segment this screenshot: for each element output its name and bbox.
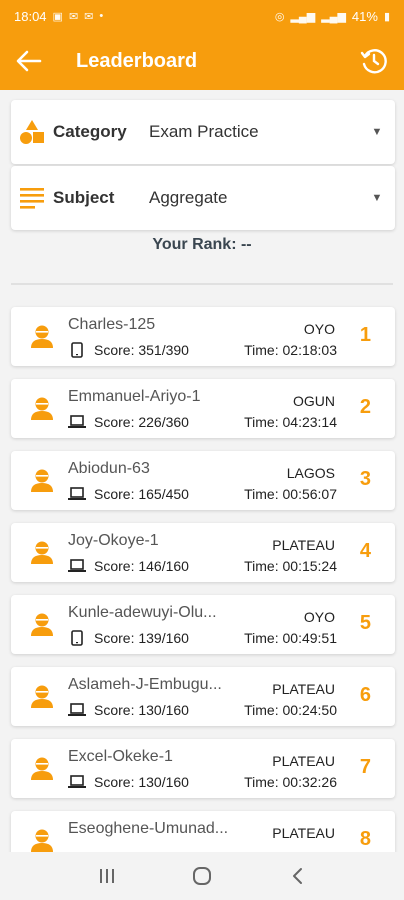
- person-avatar-icon: [29, 323, 55, 349]
- your-rank: Your Rank: --: [152, 236, 252, 253]
- laptop-icon: [68, 486, 86, 502]
- history-button[interactable]: [358, 45, 390, 77]
- entry-position: 7: [359, 756, 371, 778]
- person-avatar-icon: [29, 755, 55, 781]
- phone-icon: [68, 342, 86, 358]
- entry-position: 5: [359, 612, 371, 634]
- status-bar: 18:04 ▣ ✉ ✉ • ◎ ▂▄▆ ▂▄▆ 41% ▮: [0, 0, 404, 32]
- leaderboard-entry[interactable]: Kunle-adewuyi-Olu... OYO Score: 139/160 Tim…: [11, 595, 395, 654]
- entry-score: Score: 226/360: [94, 414, 189, 430]
- entry-state: PLATEAU: [272, 537, 335, 553]
- entry-time: Time: 00:56:07: [244, 486, 337, 502]
- category-dropdown[interactable]: Category Exam Practice ▼: [11, 100, 395, 164]
- back-button[interactable]: [0, 32, 58, 90]
- shapes-icon: [20, 120, 44, 144]
- leaderboard-entry[interactable]: Abiodun-63 LAGOS Score: 165/450 Time: 00:56…: [11, 451, 395, 510]
- entry-position: 6: [359, 684, 371, 706]
- status-time: 18:04: [14, 8, 47, 24]
- laptop-icon: [68, 414, 86, 430]
- leaderboard-entry[interactable]: Emmanuel-Ariyo-1 OGUN Score: 226/360 Time: …: [11, 379, 395, 438]
- entry-time: Time: 04:23:14: [244, 414, 337, 430]
- image-notification-icon: ▣: [52, 10, 63, 23]
- entry-time: Time: 02:18:03: [244, 342, 337, 358]
- divider: [11, 283, 393, 285]
- laptop-icon: [68, 702, 86, 718]
- mail-notification-icon: ✉: [68, 10, 79, 23]
- signal-icon: ▂▄▆: [290, 10, 316, 23]
- entry-name: Emmanuel-Ariyo-1: [68, 388, 201, 405]
- entry-score: Score: 139/160: [94, 630, 189, 646]
- person-avatar-icon: [29, 395, 55, 421]
- entry-position: 8: [359, 828, 371, 850]
- history-clock-icon: [360, 49, 387, 74]
- entry-state: PLATEAU: [272, 825, 335, 841]
- entry-name: Eseoghene-Umunad...: [68, 820, 229, 837]
- leaderboard-entry[interactable]: Joy-Okoye-1 PLATEAU Score: 146/160 Time: 00…: [11, 523, 395, 582]
- entry-time: Time: 00:24:50: [244, 702, 337, 718]
- mail-notification-icon-2: ✉: [84, 10, 94, 23]
- entry-time: Time: 00:15:24: [244, 558, 337, 574]
- entry-name: Charles-125: [68, 316, 156, 333]
- entry-state: LAGOS: [286, 465, 335, 481]
- page-title: Leaderboard: [76, 49, 198, 72]
- subject-label: Subject: [53, 188, 115, 207]
- entry-score: Score: 146/160: [94, 558, 189, 574]
- person-avatar-icon: [29, 467, 55, 493]
- back-nav-button[interactable]: [277, 856, 317, 896]
- person-avatar-icon: [29, 611, 55, 637]
- entry-position: 1: [359, 324, 371, 346]
- entry-state: PLATEAU: [272, 753, 335, 769]
- text-lines-icon: [20, 188, 44, 209]
- leaderboard-entry[interactable]: Charles-125 OYO Score: 351/390 Time: 02:18:…: [11, 307, 395, 366]
- person-avatar-icon: [29, 827, 55, 853]
- laptop-icon: [68, 774, 86, 790]
- subject-value: Aggregate: [149, 188, 228, 207]
- home-icon: [192, 867, 211, 885]
- entry-position: 4: [359, 540, 371, 562]
- leaderboard-entry[interactable]: Aslameh-J-Embugu... PLATEAU Score: 130/160…: [11, 667, 395, 726]
- entry-name: Abiodun-63: [68, 460, 150, 477]
- person-avatar-icon: [29, 683, 55, 709]
- entry-state: PLATEAU: [272, 681, 335, 697]
- laptop-icon: [68, 558, 86, 574]
- system-nav-bar: [0, 852, 404, 900]
- arrow-left-icon: [16, 50, 42, 72]
- entry-score: Score: 130/160: [94, 702, 189, 718]
- recent-apps-button[interactable]: [87, 856, 127, 896]
- battery-icon: ▮: [383, 10, 390, 23]
- leaderboard-entry[interactable]: Excel-Okeke-1 PLATEAU Score: 130/160 Time: …: [11, 739, 395, 798]
- hotspot-icon: ◎: [274, 10, 285, 23]
- entry-state: OYO: [303, 321, 335, 337]
- entry-time: Time: 00:49:51: [244, 630, 337, 646]
- battery-level: 41%: [351, 8, 378, 24]
- entry-state: OGUN: [293, 393, 335, 409]
- entry-time: Time: 00:32:26: [244, 774, 337, 790]
- entry-name: Kunle-adewuyi-Olu...: [68, 604, 217, 621]
- entry-state: OYO: [303, 609, 335, 625]
- entry-name: Aslameh-J-Embugu...: [68, 676, 222, 693]
- entry-position: 2: [359, 396, 371, 418]
- dropdown-arrow-icon: ▼: [371, 126, 383, 138]
- category-value: Exam Practice: [149, 122, 259, 141]
- chevron-left-icon: [292, 868, 302, 884]
- subject-dropdown[interactable]: Subject Aggregate ▼: [11, 166, 395, 230]
- phone-icon: [68, 630, 86, 646]
- entry-name: Joy-Okoye-1: [68, 532, 159, 549]
- home-button[interactable]: [182, 856, 222, 896]
- person-avatar-icon: [29, 539, 55, 565]
- entry-name: Excel-Okeke-1: [68, 748, 173, 765]
- dot-icon: •: [99, 10, 104, 22]
- entry-score: Score: 165/450: [94, 486, 189, 502]
- entry-score: Score: 351/390: [94, 342, 189, 358]
- entry-position: 3: [359, 468, 371, 490]
- category-label: Category: [53, 122, 127, 141]
- dropdown-arrow-icon: ▼: [371, 192, 383, 204]
- app-bar: Leaderboard: [0, 32, 404, 90]
- entry-score: Score: 130/160: [94, 774, 189, 790]
- recent-apps-icon: [100, 869, 115, 883]
- signal-icon-2: ▂▄▆: [321, 10, 346, 23]
